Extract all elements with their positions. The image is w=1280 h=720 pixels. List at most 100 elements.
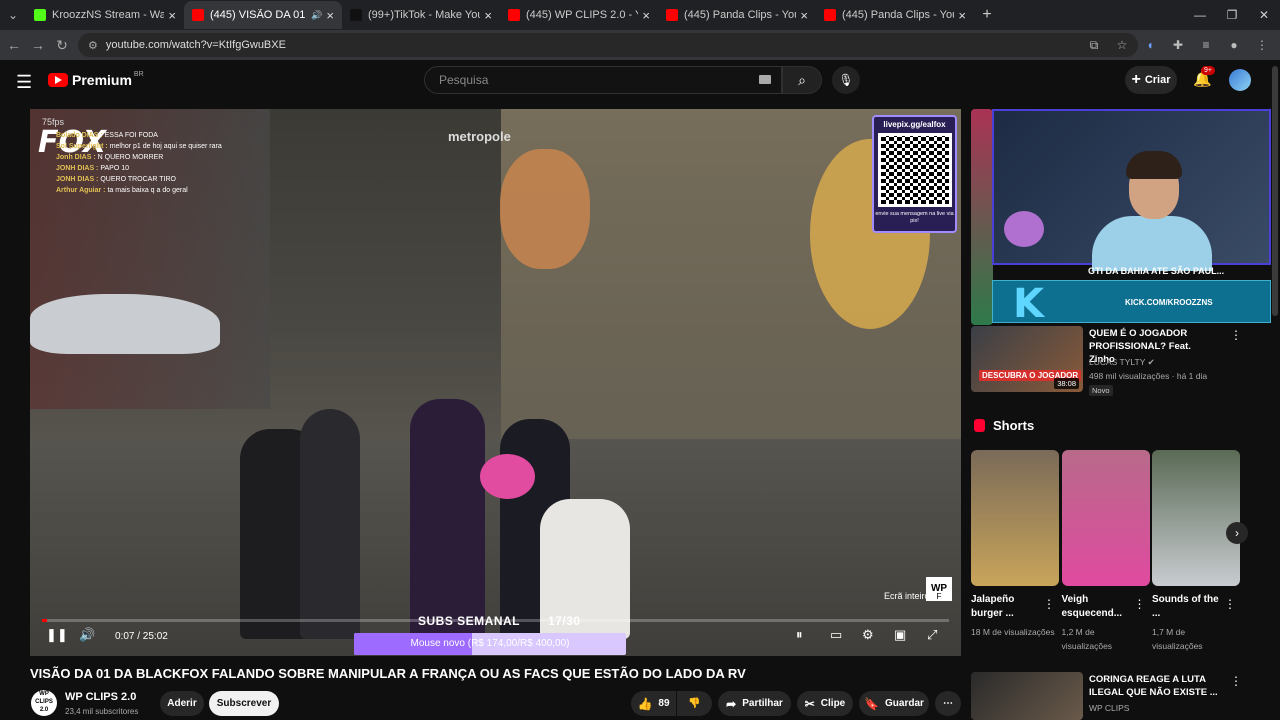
browser-tab[interactable]: (445) WP CLIPS 2.0 - YouTube × — [500, 1, 658, 29]
omnibox[interactable]: ⚙ youtube.com/watch?v=KtIfgGwuBXE — [78, 33, 1138, 57]
rec2-title[interactable]: CORINGA REAGE A LUTA ILEGAL QUE NÃO EXIS… — [1089, 673, 1219, 699]
short-more-icon[interactable]: ⋮ — [1043, 597, 1055, 611]
minimize-icon[interactable]: — — [1184, 0, 1216, 30]
tab-favicon-icon — [350, 9, 362, 21]
rec2-channel[interactable]: WP CLIPS — [1089, 703, 1129, 713]
pix-note: envie sua mensagem na live via pix! — [875, 211, 954, 224]
save-button[interactable]: 🔖 Guardar — [859, 691, 929, 716]
stream-chat: Bolado DIAS : ESSA FOI FODA Sol Superligh… — [56, 130, 222, 196]
thumbs-down-icon: 👎 — [688, 698, 701, 709]
settings-gear-icon[interactable]: ⚙ — [862, 627, 874, 643]
tab-search-icon[interactable]: ⌄ — [0, 2, 26, 28]
browser-tab[interactable]: KroozzNS Stream - Watch Live× — [26, 1, 184, 29]
profile-icon[interactable]: ● — [1220, 38, 1248, 52]
short-title[interactable]: Veigh esquecend... — [1062, 593, 1136, 621]
more-actions-button[interactable]: ⋯ — [935, 691, 961, 716]
shorts-label: Shorts — [993, 418, 1035, 433]
short-more-icon[interactable]: ⋮ — [1224, 597, 1236, 611]
autoplay-toggle-icon[interactable]: ⏸ — [796, 627, 803, 643]
browser-tab[interactable]: (99+)TikTok - Make Your Day× — [342, 1, 500, 29]
new-tab-button[interactable]: + — [974, 6, 1000, 24]
voice-search-button[interactable]: 🎙 — [832, 66, 860, 94]
short-thumbnail[interactable] — [1152, 450, 1240, 586]
audio-icon[interactable]: 🔊 — [311, 10, 322, 21]
reading-list-icon[interactable]: ≡ — [1192, 38, 1220, 52]
youtube-header: ☰ Premium BR Pesquisa ⌕ 🎙 + Criar 🔔 9+ — [0, 60, 1280, 102]
tooltip-key: F — [933, 592, 945, 601]
browser-tab[interactable]: (445) Panda Clips - YouTube × — [816, 1, 974, 29]
pix-link: livepix.gg/ealfox — [883, 120, 946, 129]
short-title[interactable]: Jalapeño burger ... — [971, 593, 1045, 621]
youtube-logo[interactable]: Premium BR — [48, 71, 144, 88]
like-count: 89 — [658, 698, 670, 709]
extensions-row: ⧉ ☆ ◖ ✚ ≡ ● ⋮ — [1080, 30, 1276, 60]
chat-message: Sol Superlight : melhor p1 de hoj aqui s… — [56, 141, 222, 152]
like-button[interactable]: 👍 89 — [631, 691, 676, 716]
search-button[interactable]: ⌕ — [782, 66, 822, 94]
tab-close-icon[interactable]: × — [484, 8, 492, 23]
tab-title: (99+)TikTok - Make Your Day — [368, 9, 481, 21]
kick-k-logo: K — [1013, 281, 1044, 327]
rec2-more-icon[interactable]: ⋮ — [1230, 674, 1242, 688]
chat-user: JONH DIAS : — [56, 176, 99, 183]
rec2-thumbnail[interactable] — [971, 672, 1083, 720]
browser-tabstrip: ⌄ KroozzNS Stream - Watch Live×(445) VIS… — [0, 0, 1280, 30]
tab-close-icon[interactable]: × — [326, 8, 334, 23]
notifications-button[interactable]: 🔔 9+ — [1193, 66, 1215, 88]
progress-bar[interactable] — [42, 619, 949, 622]
close-window-icon[interactable]: ✕ — [1248, 0, 1280, 30]
bookmark-star-icon[interactable]: ☆ — [1108, 38, 1136, 52]
rec1-more-icon[interactable]: ⋮ — [1230, 328, 1242, 342]
channel-avatar-text: WP CLIPS 2.0 — [35, 691, 53, 714]
tab-close-icon[interactable]: × — [168, 8, 176, 23]
pause-icon[interactable]: ❚❚ — [46, 627, 68, 643]
tab-close-icon[interactable]: × — [642, 8, 650, 23]
reload-icon[interactable]: ↻ — [50, 37, 74, 54]
menu-icon[interactable]: ☰ — [16, 72, 32, 93]
short-thumbnail[interactable] — [1061, 450, 1150, 586]
create-button[interactable]: + Criar — [1125, 66, 1177, 94]
tooltip-text: Ecrã inteiro — [884, 591, 930, 601]
join-button[interactable]: Aderir — [160, 691, 204, 716]
dislike-button[interactable]: 👎 — [677, 691, 712, 716]
fullscreen-icon[interactable]: ⤢ — [927, 627, 937, 643]
page-scrollbar[interactable] — [1272, 66, 1278, 316]
browser-tab[interactable]: (445) Panda Clips - YouTube × — [658, 1, 816, 29]
volume-icon[interactable]: 🔊 — [79, 627, 95, 643]
streamer-hair — [1126, 151, 1182, 179]
browser-menu-icon[interactable]: ⋮ — [1248, 38, 1276, 52]
tab-title: (445) VISÃO DA 01 DA BLAC — [210, 9, 308, 21]
short-views: 1,7 M de visualizações — [1152, 627, 1203, 651]
tab-close-icon[interactable]: × — [800, 8, 808, 23]
rec1-thumbnail[interactable]: DESCUBRA O JOGADOR 38:08 — [971, 326, 1083, 392]
site-info-icon[interactable]: ⚙ — [88, 39, 98, 52]
rec1-channel[interactable]: LUCAS TYLTY ✔ — [1089, 357, 1155, 368]
extension-audio-icon[interactable]: ◖ — [1136, 38, 1164, 52]
search-input[interactable]: Pesquisa — [424, 66, 782, 94]
keyboard-icon[interactable] — [759, 75, 771, 84]
channel-avatar[interactable]: WP CLIPS 2.0 — [31, 690, 57, 716]
subtitles-icon[interactable]: ▭ — [830, 627, 842, 643]
tab-close-icon[interactable]: × — [958, 8, 966, 23]
short-thumbnail[interactable] — [971, 450, 1059, 586]
channel-name[interactable]: WP CLIPS 2.0 — [65, 691, 136, 703]
clip-button[interactable]: ✂ Clipe — [797, 691, 853, 716]
subscribe-label: Subscrever — [216, 698, 272, 709]
short-more-icon[interactable]: ⋮ — [1134, 597, 1146, 611]
back-icon[interactable]: ← — [2, 37, 26, 53]
install-icon[interactable]: ⧉ — [1080, 38, 1108, 53]
restore-icon[interactable]: ❐ — [1216, 0, 1248, 30]
account-avatar[interactable] — [1229, 69, 1251, 91]
share-button[interactable]: ➦ Partilhar — [718, 691, 791, 716]
theater-mode-icon[interactable]: ▣ — [894, 627, 906, 643]
extensions-puzzle-icon[interactable]: ✚ — [1164, 38, 1192, 52]
browser-tab[interactable]: (445) VISÃO DA 01 DA BLAC🔊 × — [184, 1, 342, 29]
chat-user: Jonh DIAS : — [56, 154, 96, 161]
forward-icon[interactable]: → — [26, 37, 50, 53]
graffiti-face — [500, 149, 590, 269]
shorts-next-button[interactable]: › — [1226, 522, 1248, 544]
subscribe-button[interactable]: Subscrever — [209, 691, 279, 716]
video-player[interactable]: 75fps FOX Bolado DIAS : ESSA FOI FODA Sol… — [30, 109, 961, 656]
search-icon: ⌕ — [798, 72, 806, 88]
short-title[interactable]: Sounds of the ... — [1152, 593, 1226, 621]
